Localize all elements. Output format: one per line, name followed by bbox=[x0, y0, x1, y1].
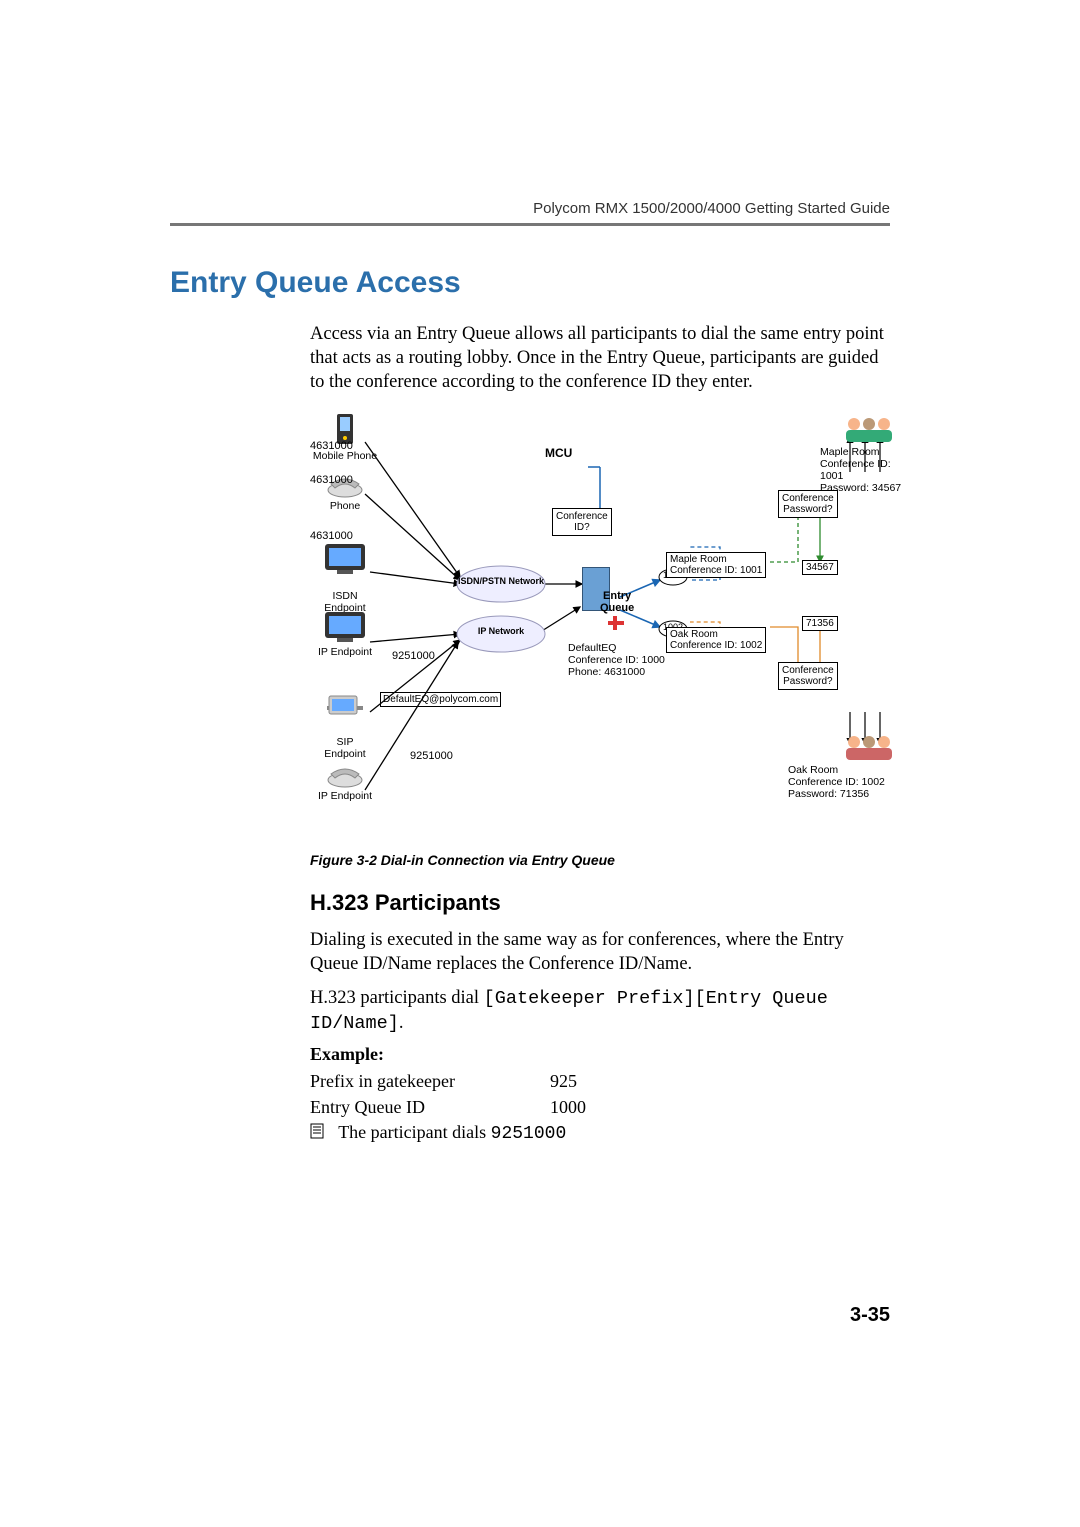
page-number: 3-35 bbox=[850, 1304, 890, 1327]
device-mobile-phone: Mobile Phone bbox=[310, 412, 380, 462]
page-content: Polycom RMX 1500/2000/4000 Getting Start… bbox=[0, 0, 1080, 1147]
isdn-endpoint-icon bbox=[323, 542, 367, 576]
figure-caption: Figure 3-2 Dial-in Connection via Entry … bbox=[310, 852, 890, 868]
dial-num-sip: DefaultEQ@polycom.com bbox=[380, 692, 501, 707]
section-title: Entry Queue Access bbox=[170, 266, 890, 300]
device-sip-endpoint: SIP Endpoint bbox=[310, 680, 380, 760]
entry-queue-icon bbox=[606, 616, 626, 630]
dial-num-isdn: 4631000 bbox=[310, 530, 353, 542]
dial-num-mobile: 4631000 bbox=[310, 440, 353, 452]
h323-para-1: Dialing is executed in the same way as f… bbox=[170, 928, 890, 976]
ip-phone-icon bbox=[325, 762, 365, 788]
subheading-h323: H.323 Participants bbox=[170, 890, 890, 916]
people-oak-label: Oak Room Conference ID: 1002 Password: 7… bbox=[788, 764, 885, 800]
device-isdn-endpoint: ISDN Endpoint bbox=[310, 530, 380, 614]
sip-endpoint-icon bbox=[323, 692, 367, 722]
mcu-label: MCU bbox=[545, 446, 572, 460]
dial-num-ip-top: 9251000 bbox=[392, 650, 435, 662]
dial-num-phone: 4631000 bbox=[310, 474, 353, 486]
room-box-oak: Oak Room Conference ID: 1002 bbox=[666, 627, 766, 653]
header-rule bbox=[170, 223, 890, 226]
people-oak-icon bbox=[842, 732, 896, 767]
entry-queue-label: Entry Queue bbox=[600, 590, 634, 614]
dial-num-ip-bottom: 9251000 bbox=[410, 750, 453, 762]
prompt-conf-id: Conference ID? bbox=[552, 508, 612, 536]
people-maple-label: Maple Room Conference ID: 1001 Password:… bbox=[820, 446, 912, 494]
example-row-eqid: Entry Queue ID1000 bbox=[170, 1095, 890, 1120]
page-icon bbox=[310, 1121, 324, 1146]
cloud-isdn-pstn: ISDN/PSTN Network bbox=[455, 562, 547, 611]
cloud-ip: IP Network bbox=[455, 612, 547, 661]
pw-answer-maple: 34567 bbox=[802, 560, 838, 575]
entry-queue-diagram: Mobile Phone 4631000 Phone 4631000 ISDN … bbox=[310, 412, 912, 842]
h323-para-2: H.323 participants dial [Gatekeeper Pref… bbox=[170, 986, 890, 1036]
example-bullet: The participant dials 9251000 bbox=[170, 1120, 890, 1147]
example-row-prefix: Prefix in gatekeeper925 bbox=[170, 1069, 890, 1094]
prompt-pw-bottom: Conference Password? bbox=[778, 662, 838, 690]
eq-info: DefaultEQ Conference ID: 1000 Phone: 463… bbox=[568, 642, 665, 678]
intro-paragraph: Access via an Entry Queue allows all par… bbox=[170, 322, 890, 394]
device-ip-endpoint-top: IP Endpoint bbox=[310, 610, 380, 658]
pw-answer-oak: 71356 bbox=[802, 616, 838, 631]
room-box-maple: Maple Room Conference ID: 1001 bbox=[666, 552, 766, 578]
example-label: Example: bbox=[170, 1044, 890, 1065]
people-maple-icon bbox=[842, 414, 896, 449]
ip-endpoint-icon bbox=[323, 610, 367, 644]
device-ip-endpoint-bottom: IP Endpoint bbox=[310, 762, 380, 802]
running-header: Polycom RMX 1500/2000/4000 Getting Start… bbox=[170, 200, 890, 217]
